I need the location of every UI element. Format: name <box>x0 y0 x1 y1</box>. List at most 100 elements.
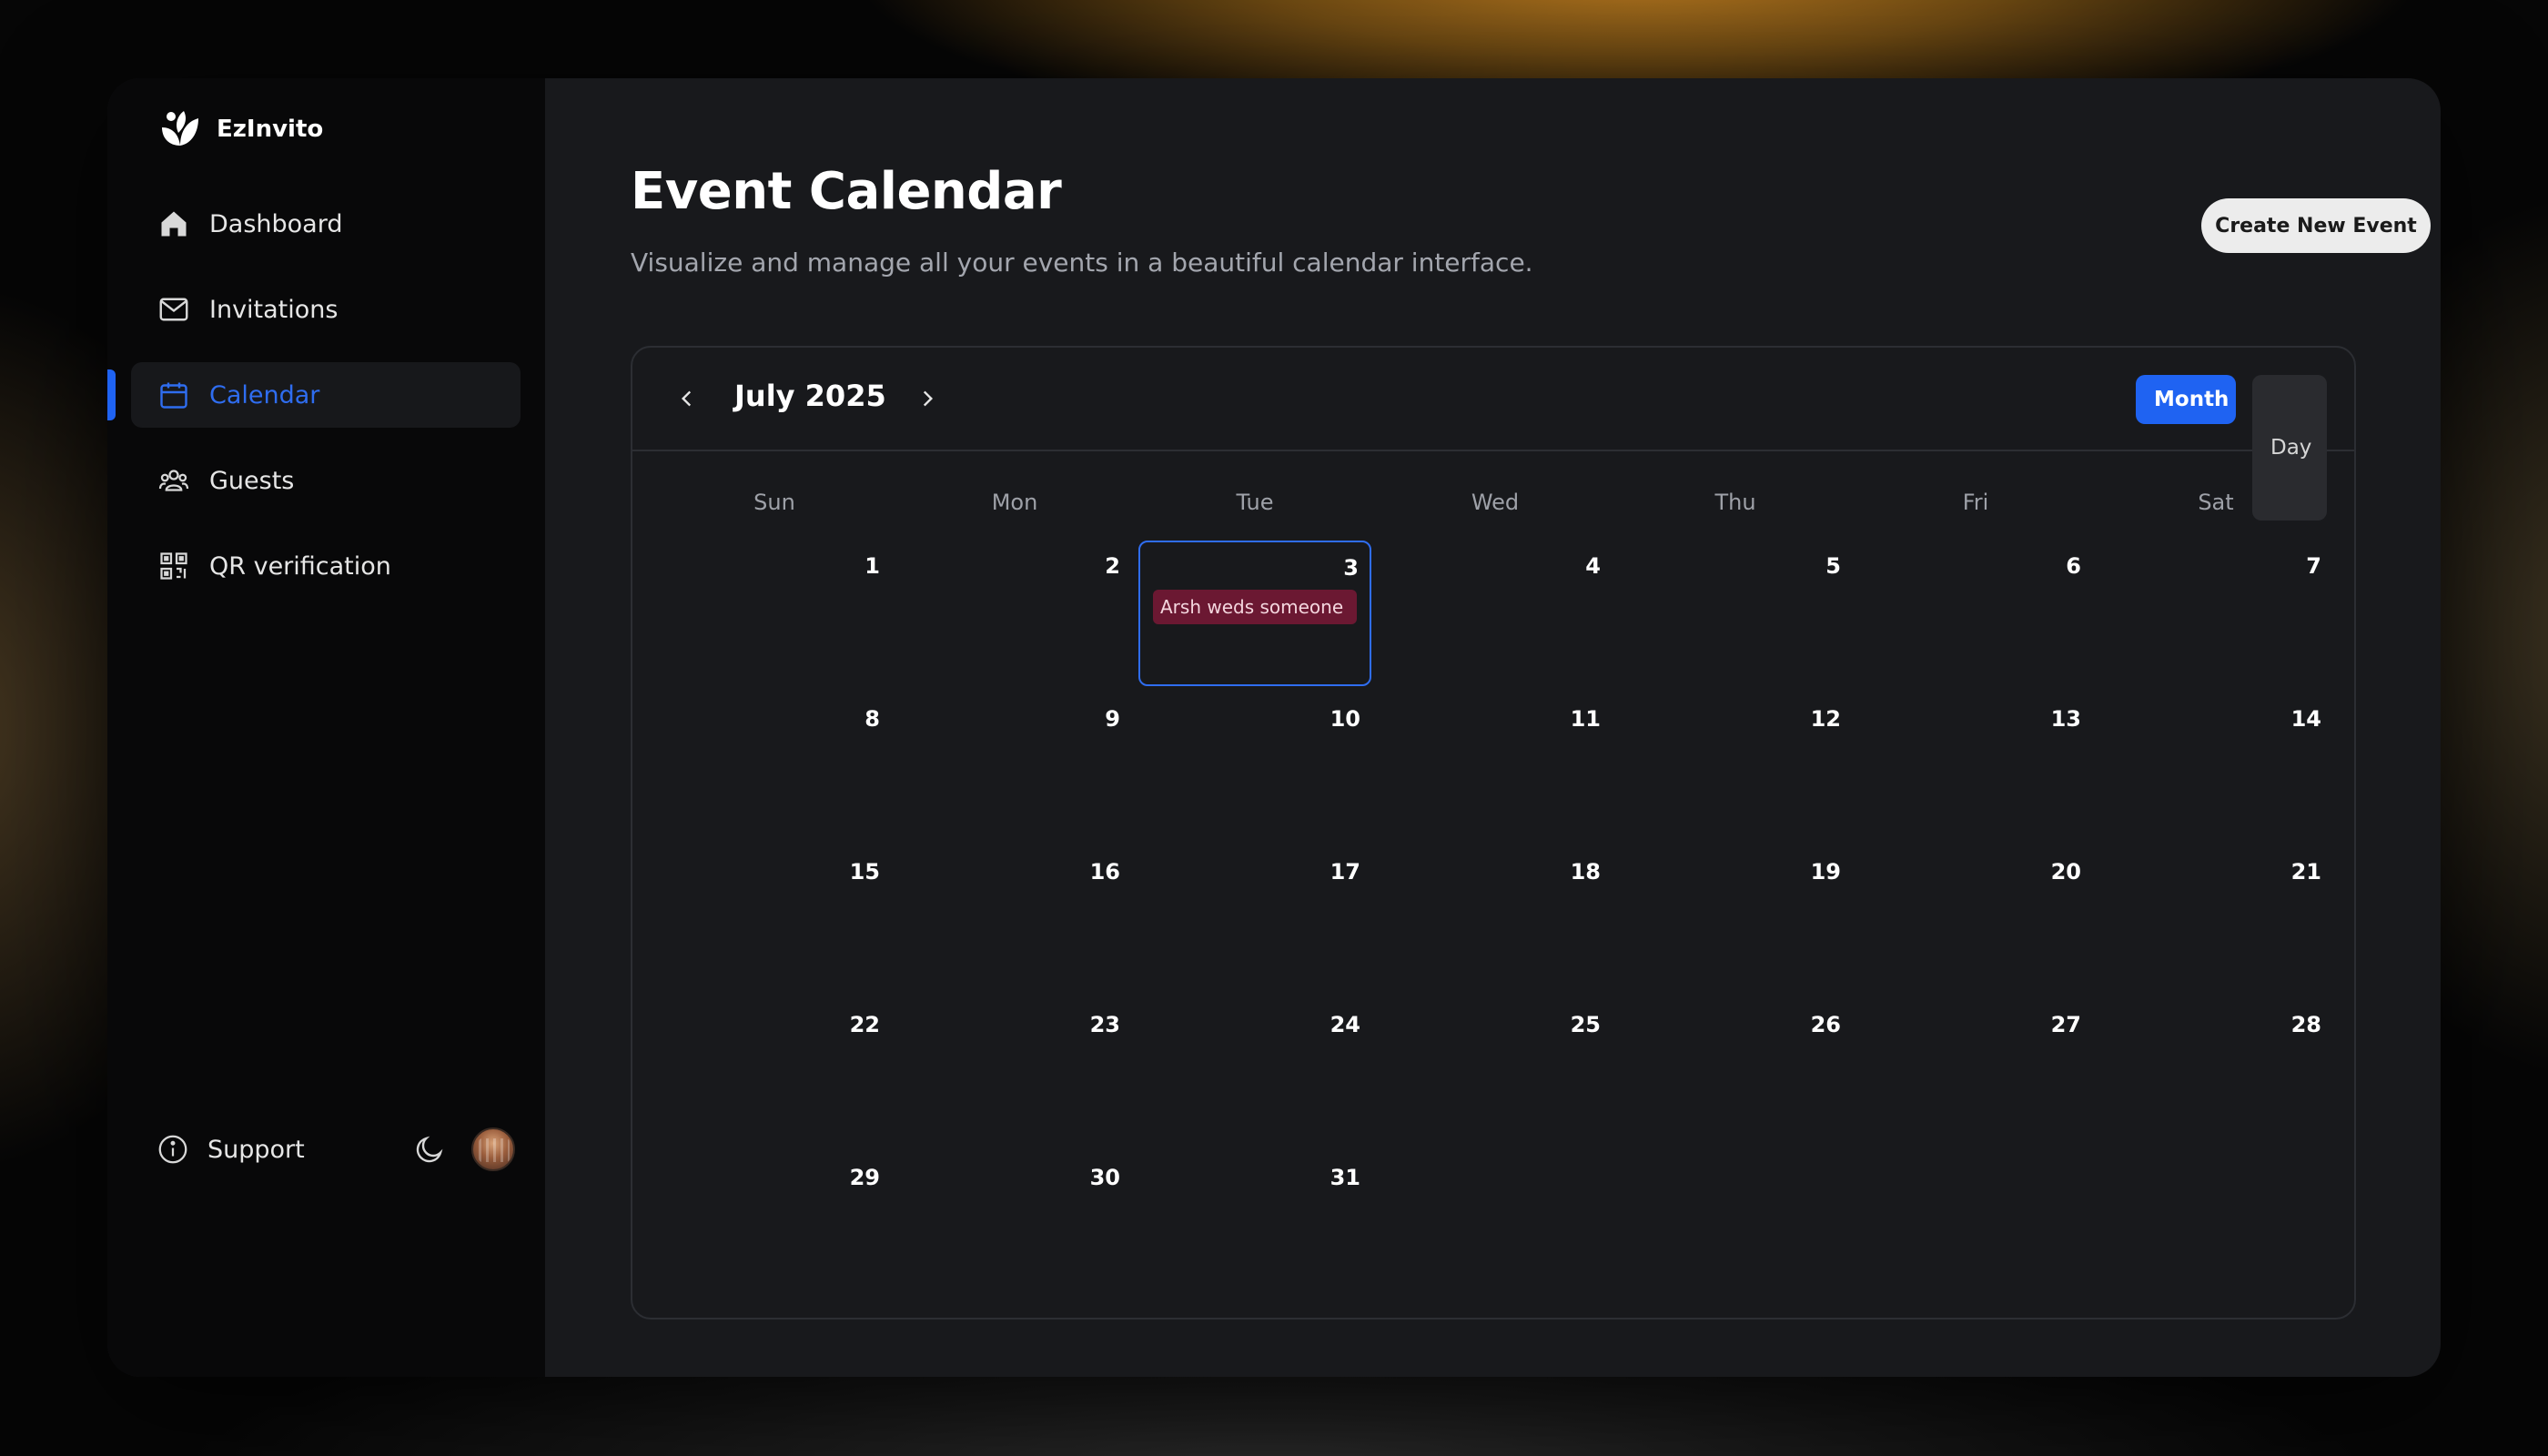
weekday-label: Mon <box>991 490 1038 515</box>
day-number: 20 <box>2050 859 2081 885</box>
day-number: 18 <box>1570 859 1601 885</box>
day-number: 5 <box>1825 553 1841 579</box>
sidebar-item-label: Dashboard <box>209 209 343 238</box>
calendar-day[interactable]: 2 <box>898 541 1131 686</box>
sidebar-item-label: Invitations <box>209 295 339 324</box>
day-number: 1 <box>864 553 880 579</box>
sidebar-item-label: Guests <box>209 466 295 495</box>
prev-month-button[interactable] <box>669 380 705 417</box>
calendar-day[interactable]: 14 <box>2099 693 2332 839</box>
day-number: 26 <box>1810 1012 1841 1037</box>
weekday-label: Fri <box>1962 490 1989 515</box>
calendar-week: 22 23 24 25 26 27 28 <box>654 999 2336 1152</box>
calendar-week: 1 2 3 Arsh weds someone 4 5 6 7 <box>654 541 2336 693</box>
calendar-card: July 2025 Month Day Sun Mon Tue Wed Thu … <box>631 346 2356 1320</box>
month-label: July 2025 <box>734 379 886 413</box>
calendar-day[interactable]: 21 <box>2099 846 2332 992</box>
calendar-day[interactable]: 10 <box>1138 693 1371 839</box>
calendar-day[interactable]: 12 <box>1619 693 1852 839</box>
calendar-day[interactable]: 31 <box>1138 1152 1371 1298</box>
calendar-day[interactable]: 27 <box>1859 999 2092 1145</box>
sidebar-item-label: QR verification <box>209 551 391 581</box>
mail-icon <box>157 292 191 327</box>
day-number: 2 <box>1105 553 1120 579</box>
next-month-button[interactable] <box>909 380 945 417</box>
calendar-day-empty <box>1859 1152 2092 1298</box>
calendar-day[interactable]: 29 <box>658 1152 891 1298</box>
page-subtitle: Visualize and manage all your events in … <box>631 248 1533 278</box>
day-number: 17 <box>1330 859 1360 885</box>
create-new-event-button[interactable]: Create New Event <box>2201 198 2431 253</box>
day-number: 6 <box>2066 553 2081 579</box>
day-number: 14 <box>2290 706 2321 732</box>
day-number: 29 <box>849 1165 880 1190</box>
calendar-day[interactable]: 6 <box>1859 541 2092 686</box>
calendar-day[interactable]: 1 <box>658 541 891 686</box>
calendar-day[interactable]: 19 <box>1619 846 1852 992</box>
calendar-day[interactable]: 28 <box>2099 999 2332 1145</box>
day-number: 19 <box>1810 859 1841 885</box>
sidebar-item-calendar[interactable]: Calendar <box>107 362 521 428</box>
calendar-day-empty <box>2099 1152 2332 1298</box>
chevron-left-icon <box>681 390 692 407</box>
day-number: 25 <box>1570 1012 1601 1037</box>
calendar-day[interactable]: 13 <box>1859 693 2092 839</box>
calendar-day[interactable]: 17 <box>1138 846 1371 992</box>
calendar-day[interactable]: 26 <box>1619 999 1852 1145</box>
weekday-label: Sat <box>2198 490 2234 515</box>
calendar-day-empty <box>1619 1152 1852 1298</box>
day-number: 21 <box>2290 859 2321 885</box>
event-chip[interactable]: Arsh weds someone <box>1153 590 1357 624</box>
day-number: 7 <box>2306 553 2321 579</box>
day-number: 22 <box>849 1012 880 1037</box>
info-icon <box>158 1135 187 1164</box>
calendar-day[interactable]: 3 Arsh weds someone <box>1138 541 1371 686</box>
weekday-label: Thu <box>1714 490 1756 515</box>
leaf-logo-icon <box>162 111 198 146</box>
calendar-week: 15 16 17 18 19 20 21 <box>654 846 2336 999</box>
calendar-day[interactable]: 15 <box>658 846 891 992</box>
day-number: 3 <box>1343 555 1359 581</box>
day-number: 11 <box>1570 706 1601 732</box>
sidebar-item-dashboard[interactable]: Dashboard <box>131 191 521 257</box>
calendar-day[interactable]: 9 <box>898 693 1131 839</box>
sidebar-item-guests[interactable]: Guests <box>131 448 521 513</box>
calendar-day[interactable]: 18 <box>1379 846 1612 992</box>
brand[interactable]: EzInvito <box>157 106 323 153</box>
month-view-button[interactable]: Month <box>2136 375 2236 424</box>
day-number: 27 <box>2050 1012 2081 1037</box>
calendar-day[interactable]: 16 <box>898 846 1131 992</box>
moon-icon[interactable] <box>413 1133 446 1166</box>
avatar[interactable] <box>471 1127 515 1171</box>
calendar-day[interactable]: 24 <box>1138 999 1371 1145</box>
page-title: Event Calendar <box>631 162 1062 221</box>
calendar-day-empty <box>1379 1152 1612 1298</box>
calendar-day[interactable]: 25 <box>1379 999 1612 1145</box>
main-content: Event Calendar Visualize and manage all … <box>545 78 2441 1377</box>
sidebar-item-label: Calendar <box>209 380 320 410</box>
calendar-week: 8 9 10 11 12 13 14 <box>654 693 2336 846</box>
day-number: 30 <box>1089 1165 1120 1190</box>
support-link[interactable]: Support <box>157 1133 305 1166</box>
sidebar-nav: Dashboard Invitations Calendar Guests QR… <box>107 191 521 619</box>
calendar-day[interactable]: 5 <box>1619 541 1852 686</box>
calendar-day[interactable]: 20 <box>1859 846 2092 992</box>
calendar-day[interactable]: 7 <box>2099 541 2332 686</box>
calendar-day[interactable]: 30 <box>898 1152 1131 1298</box>
calendar-day[interactable]: 22 <box>658 999 891 1145</box>
day-number: 16 <box>1089 859 1120 885</box>
sidebar-item-invitations[interactable]: Invitations <box>131 277 521 342</box>
calendar-day[interactable]: 8 <box>658 693 891 839</box>
calendar-day[interactable]: 11 <box>1379 693 1612 839</box>
day-number: 28 <box>2290 1012 2321 1037</box>
weekday-header: Sun Mon Tue Wed Thu Fri Sat <box>654 490 2336 515</box>
calendar-icon <box>157 378 191 412</box>
sidebar-item-qr-verification[interactable]: QR verification <box>131 533 521 599</box>
chevron-right-icon <box>923 390 934 407</box>
calendar-day[interactable]: 23 <box>898 999 1131 1145</box>
day-number: 9 <box>1105 706 1120 732</box>
day-number: 24 <box>1330 1012 1360 1037</box>
weekday-label: Wed <box>1471 490 1520 515</box>
calendar-day[interactable]: 4 <box>1379 541 1612 686</box>
calendar-week: 29 30 31 <box>654 1152 2336 1305</box>
